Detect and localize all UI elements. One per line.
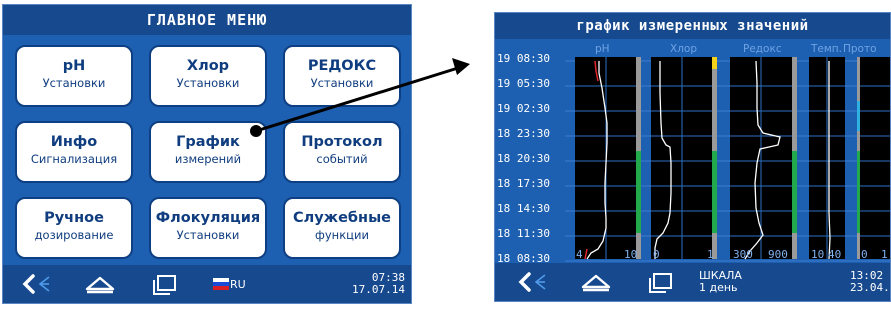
- back-arrow-icon[interactable]: [515, 263, 549, 301]
- chlorine-scale-max: 1: [707, 248, 714, 261]
- scale-value: 1 день: [699, 281, 738, 294]
- chlorine-scale-min: 0: [653, 248, 660, 261]
- clock-date: 23.04.1: [850, 281, 890, 294]
- redox-scale-min: 300: [733, 248, 753, 261]
- protocol-panel: [857, 57, 890, 259]
- ph-scale-max: 10: [624, 248, 638, 261]
- home-icon[interactable]: [579, 263, 613, 301]
- protocol-scale-min: 0: [861, 248, 868, 261]
- protocol-scale-max: 1: [881, 248, 888, 261]
- scale-selector[interactable]: ШКАЛА 1 день: [699, 263, 769, 301]
- windows-icon[interactable]: [645, 263, 675, 301]
- redox-scale-max: 900: [768, 248, 788, 261]
- temp-scale-max: 40: [828, 248, 842, 261]
- clock: 13:02 23.04.1: [850, 270, 890, 294]
- graph-screen: график измеренных значений 19 08:30 19 0…: [494, 12, 891, 302]
- ph-scale-min: 4: [576, 248, 583, 261]
- temp-scale-min: 10: [811, 248, 825, 261]
- graph-status-bar: ШКАЛА 1 день 13:02 23.04.1: [495, 263, 890, 301]
